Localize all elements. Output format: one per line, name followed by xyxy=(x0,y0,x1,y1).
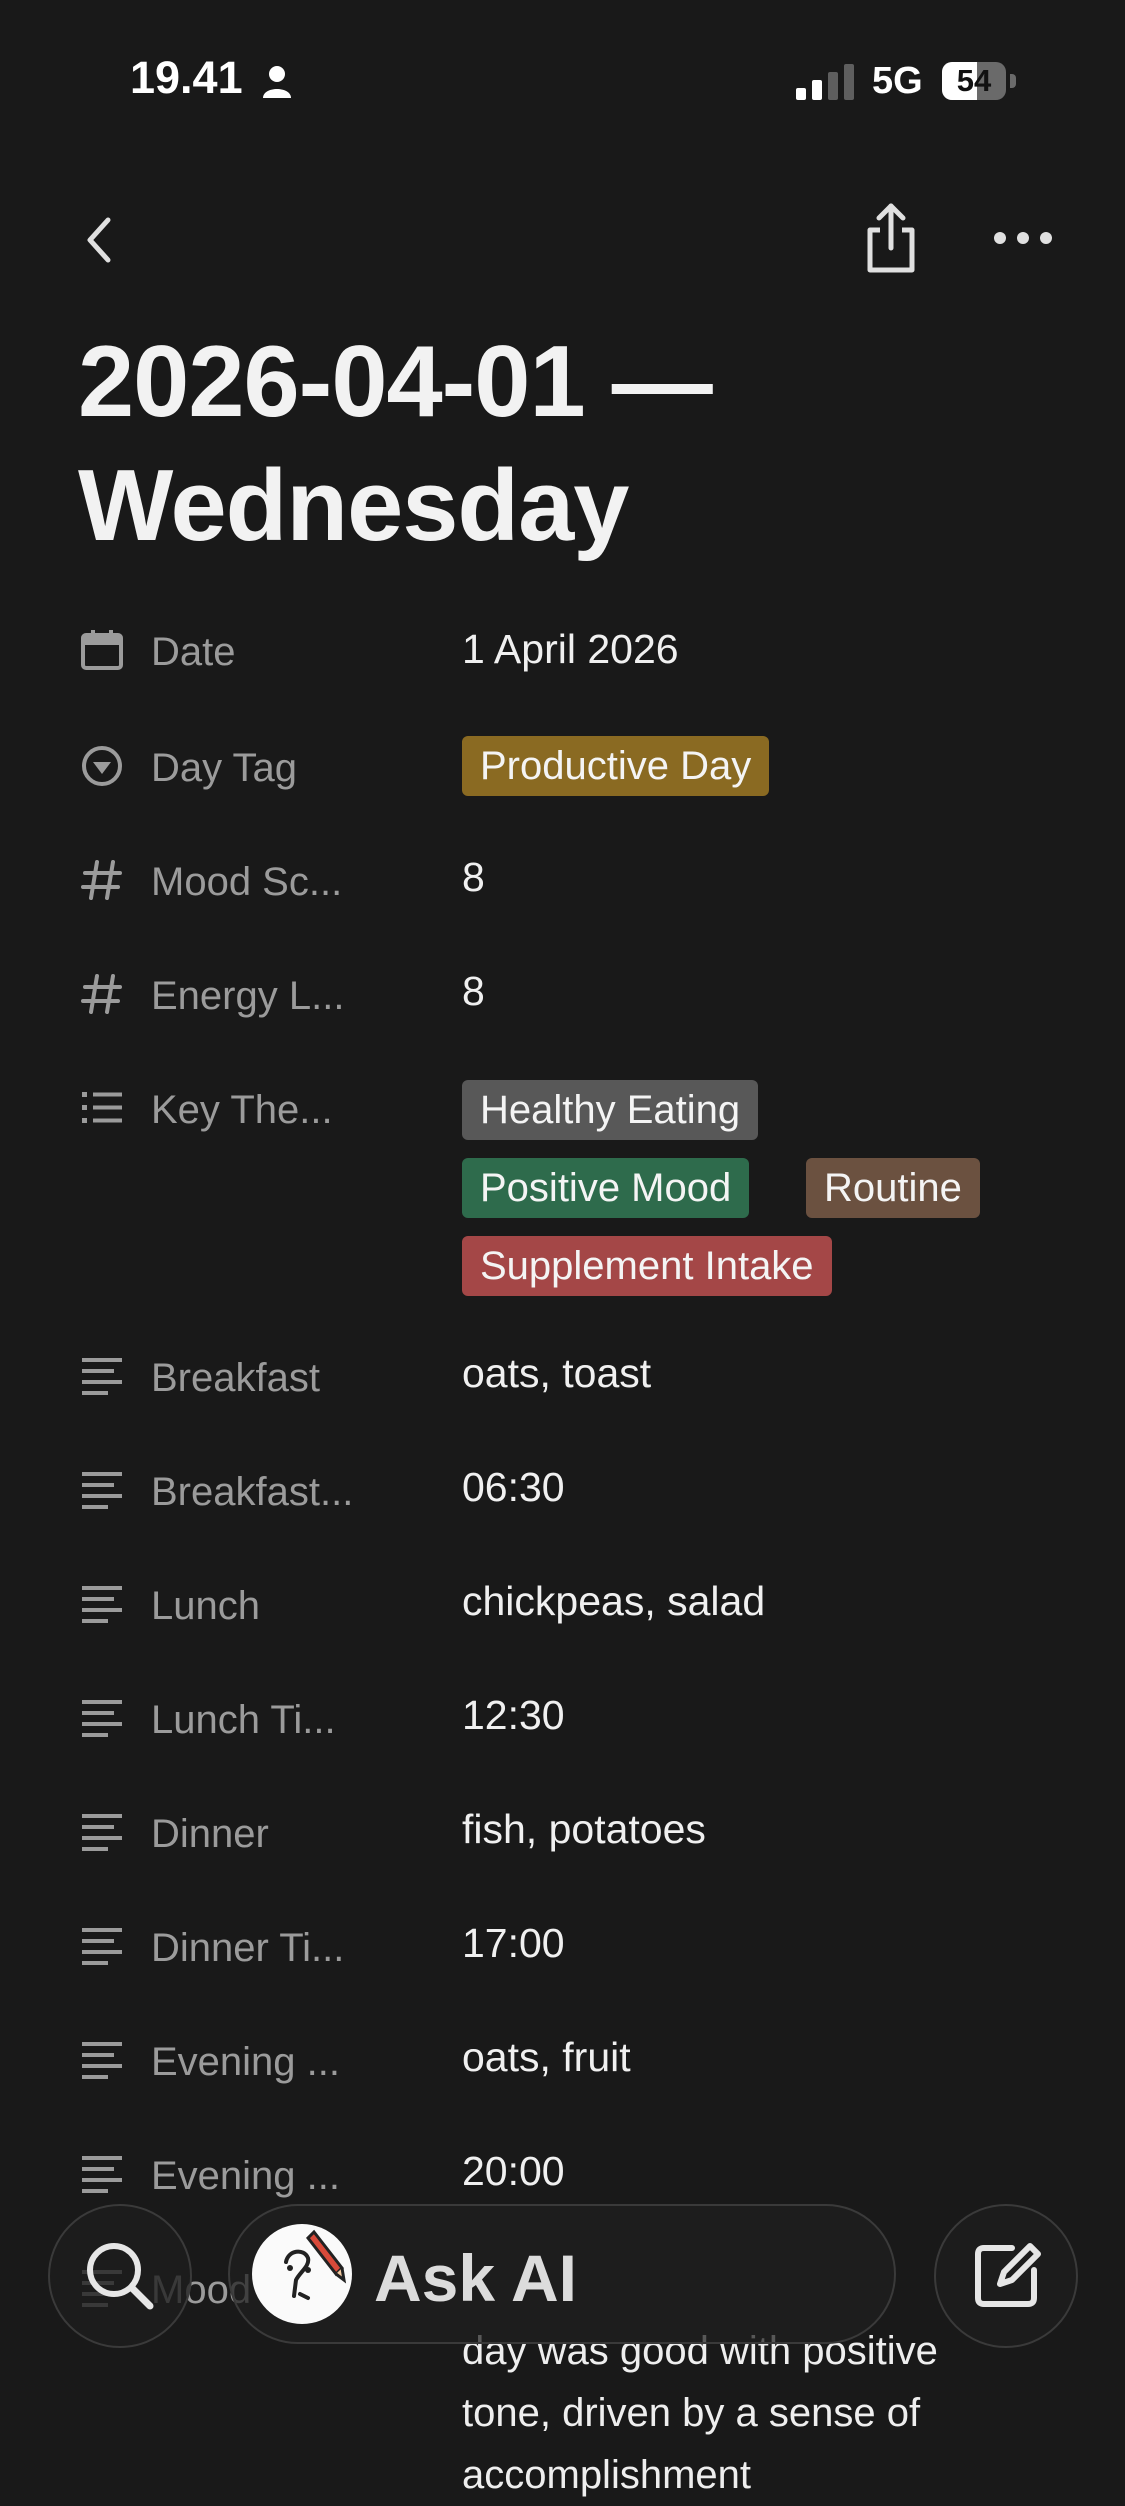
person-icon xyxy=(263,66,291,98)
share-button[interactable] xyxy=(858,200,924,276)
select-icon xyxy=(82,746,122,786)
tag-productive-day[interactable]: Productive Day xyxy=(462,736,770,796)
more-options-button[interactable] xyxy=(990,210,1060,266)
ai-avatar xyxy=(252,2224,352,2324)
property-value[interactable]: 20:00 xyxy=(462,2148,565,2195)
text-icon xyxy=(82,1928,122,1965)
property-label: Mood Sc... xyxy=(151,860,343,904)
battery-level: 54 xyxy=(956,63,992,98)
text-icon xyxy=(82,1358,122,1395)
new-page-button[interactable] xyxy=(934,2204,1078,2348)
signal-icon xyxy=(796,64,854,100)
text-icon xyxy=(82,1814,122,1851)
property-value[interactable]: oats, fruit xyxy=(462,2034,631,2081)
search-button[interactable] xyxy=(48,2204,192,2348)
property-value[interactable]: chickpeas, salad xyxy=(462,1578,765,1625)
network-label: 5G xyxy=(872,60,923,102)
property-value[interactable]: oats, toast xyxy=(462,1350,651,1397)
property-label: Lunch xyxy=(151,1584,260,1628)
ask-ai-label: Ask AI xyxy=(374,2241,577,2315)
property-label: Day Tag xyxy=(151,746,298,790)
property-label: Evening ... xyxy=(151,2154,341,2198)
tag-healthy-eating[interactable]: Healthy Eating xyxy=(462,1080,759,1140)
ask-ai-button[interactable]: Ask AI xyxy=(228,2204,896,2344)
property-value[interactable]: fish, potatoes xyxy=(462,1806,706,1853)
property-value[interactable]: 8 xyxy=(462,854,485,901)
ai-face-icon xyxy=(284,2229,347,2300)
number-icon xyxy=(81,860,122,900)
calendar-icon xyxy=(81,630,123,670)
status-bar: 19.41 5G 54 xyxy=(0,0,1125,160)
property-label: Breakfast... xyxy=(151,1470,354,1514)
search-icon xyxy=(87,2243,154,2310)
property-value[interactable]: 17:00 xyxy=(462,1920,565,1967)
property-label: Breakfast xyxy=(151,1356,320,1400)
compose-icon xyxy=(975,2243,1041,2307)
property-label: Lunch Ti... xyxy=(151,1698,336,1742)
back-button[interactable] xyxy=(70,204,130,274)
more-horizontal-icon xyxy=(994,232,1052,244)
number-icon xyxy=(81,974,122,1014)
property-label: Dinner xyxy=(151,1812,269,1856)
property-value[interactable]: 8 xyxy=(462,968,485,1015)
property-label: Dinner Ti... xyxy=(151,1926,345,1970)
bottom-toolbar: Ask AI xyxy=(0,2200,1125,2360)
battery-icon: 54 xyxy=(942,62,1016,100)
list-icon xyxy=(82,1092,122,1123)
property-value[interactable]: 1 April 2026 xyxy=(462,626,679,673)
page-title[interactable]: 2026-04-01 — Wednesday xyxy=(78,320,1058,568)
text-icon xyxy=(82,1586,122,1623)
property-label: Evening ... xyxy=(151,2040,341,2084)
tag-routine[interactable]: Routine xyxy=(806,1158,980,1218)
property-label: Date xyxy=(151,630,236,674)
property-value[interactable]: 06:30 xyxy=(462,1464,565,1511)
text-icon xyxy=(82,1700,122,1737)
share-icon xyxy=(867,203,915,273)
tag-supplement-intake[interactable]: Supplement Intake xyxy=(462,1236,832,1296)
property-label: Key The... xyxy=(151,1088,333,1132)
property-label: Energy L... xyxy=(151,974,345,1018)
text-icon xyxy=(82,1472,122,1509)
tag-positive-mood[interactable]: Positive Mood xyxy=(462,1158,750,1218)
text-icon xyxy=(82,2042,122,2079)
text-icon xyxy=(82,2156,122,2193)
status-time: 19.41 xyxy=(130,52,243,103)
top-navigation xyxy=(0,190,1125,290)
property-value[interactable]: 12:30 xyxy=(462,1692,565,1739)
chevron-left-icon xyxy=(87,217,111,263)
